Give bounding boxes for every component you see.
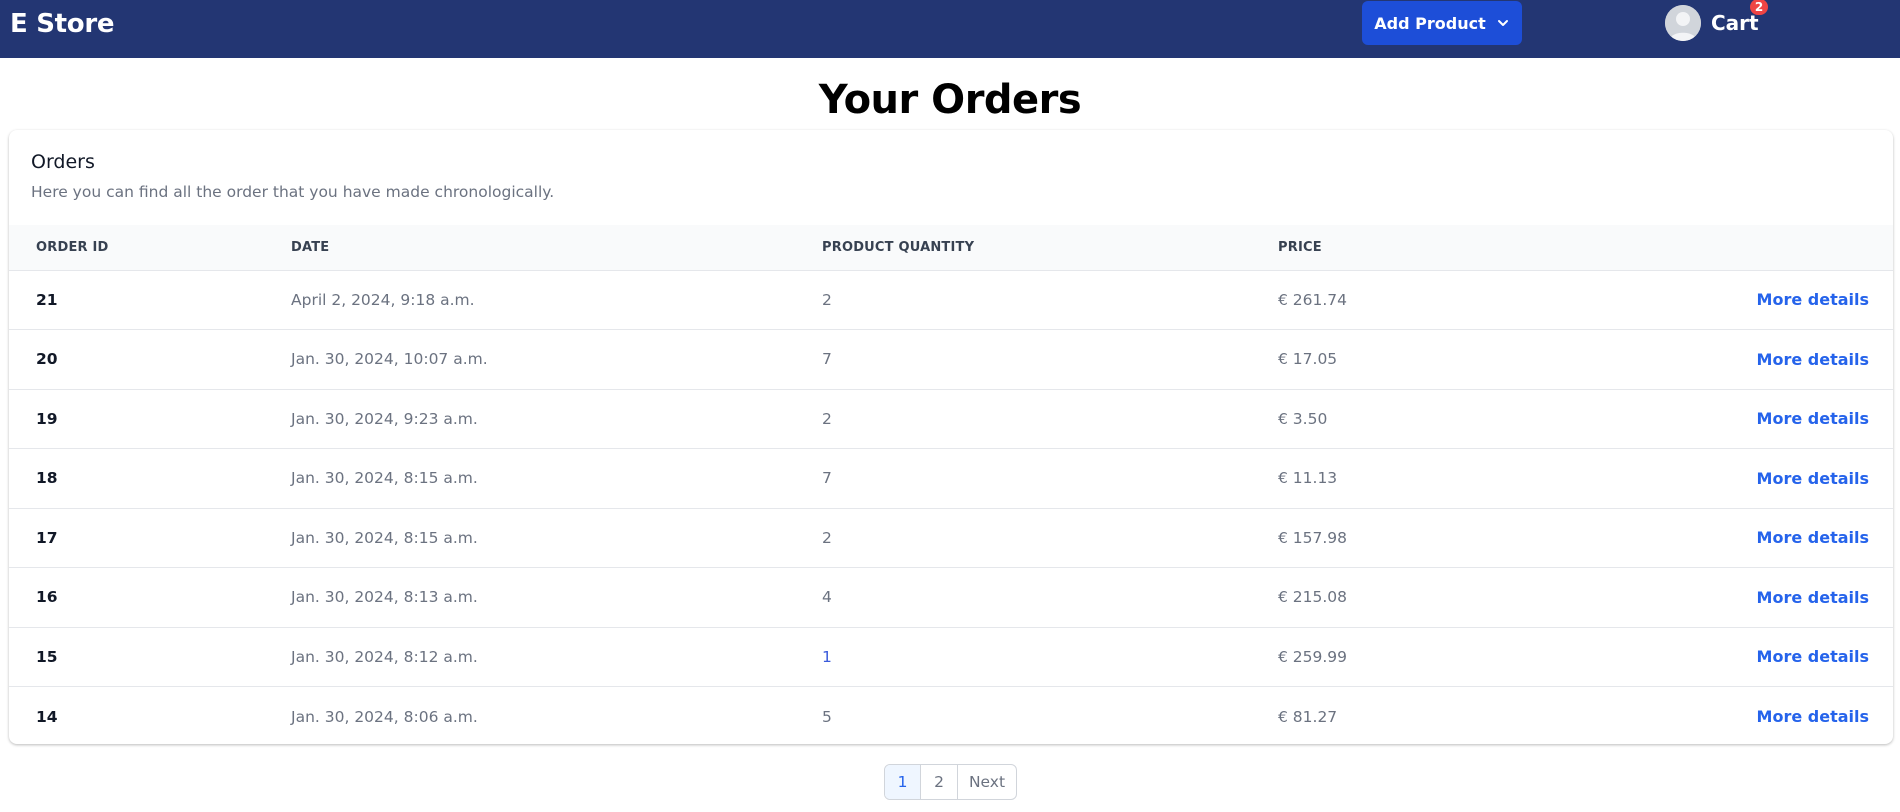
order-action-cell: More details bbox=[1578, 627, 1893, 687]
user-avatar[interactable] bbox=[1665, 5, 1701, 41]
pagination: 1 2 Next bbox=[884, 764, 1017, 800]
more-details-link[interactable]: More details bbox=[1757, 409, 1869, 428]
chevron-down-icon bbox=[1497, 20, 1508, 26]
table-header-row: ORDER ID DATE PRODUCT QUANTITY PRICE bbox=[9, 225, 1893, 270]
order-quantity-cell: 5 bbox=[822, 707, 832, 726]
page-title: Your Orders bbox=[818, 77, 1082, 123]
cart-count-badge: 2 bbox=[1750, 0, 1768, 15]
order-price-cell: € 81.27 bbox=[1278, 707, 1338, 726]
order-date-cell: April 2, 2024, 9:18 a.m. bbox=[291, 290, 475, 309]
order-date-cell: Jan. 30, 2024, 8:15 a.m. bbox=[291, 528, 478, 547]
more-details-link[interactable]: More details bbox=[1757, 350, 1869, 369]
more-details-link[interactable]: More details bbox=[1757, 290, 1869, 309]
order-action-cell: More details bbox=[1578, 389, 1893, 449]
order-date-cell: Jan. 30, 2024, 8:13 a.m. bbox=[291, 588, 478, 607]
order-id-cell: 16 bbox=[36, 588, 58, 607]
cart-button[interactable]: Cart 2 bbox=[1665, 0, 1768, 43]
order-quantity-cell: 7 bbox=[822, 350, 832, 369]
top-navbar: E Store Add Product Cart 2 bbox=[0, 0, 1900, 58]
order-id-cell: 18 bbox=[36, 469, 58, 488]
order-date-cell: Jan. 30, 2024, 8:15 a.m. bbox=[291, 469, 478, 488]
order-action-cell: More details bbox=[1578, 568, 1893, 628]
orders-table: ORDER ID DATE PRODUCT QUANTITY PRICE 21 … bbox=[9, 225, 1893, 744]
order-action-cell: More details bbox=[1578, 449, 1893, 509]
order-date-cell: Jan. 30, 2024, 9:23 a.m. bbox=[291, 409, 478, 428]
order-quantity-cell: 1 bbox=[822, 647, 832, 666]
orders-card-header: Orders Here you can find all the order t… bbox=[9, 130, 1893, 225]
table-row: 21 April 2, 2024, 9:18 a.m. 2 € 261.74 M… bbox=[9, 270, 1893, 330]
more-details-link[interactable]: More details bbox=[1757, 469, 1869, 488]
table-row: 14 Jan. 30, 2024, 8:06 a.m. 5 € 81.27 Mo… bbox=[9, 686, 1893, 745]
column-header-date: DATE bbox=[291, 239, 330, 255]
order-price-cell: € 11.13 bbox=[1278, 469, 1338, 488]
table-row: 19 Jan. 30, 2024, 9:23 a.m. 2 € 3.50 Mor… bbox=[9, 389, 1893, 449]
more-details-link[interactable]: More details bbox=[1757, 588, 1869, 607]
page-button-1[interactable]: 1 bbox=[885, 765, 920, 799]
orders-card-description: Here you can find all the order that you… bbox=[31, 183, 555, 201]
table-row: 16 Jan. 30, 2024, 8:13 a.m. 4 € 215.08 M… bbox=[9, 567, 1893, 628]
cart-label: Cart bbox=[1711, 11, 1759, 35]
add-product-label: Add Product bbox=[1374, 13, 1486, 33]
order-price-cell: € 17.05 bbox=[1278, 350, 1338, 369]
order-action-cell: More details bbox=[1578, 508, 1893, 568]
order-quantity-cell: 2 bbox=[822, 528, 832, 547]
order-id-cell: 15 bbox=[36, 647, 58, 666]
order-price-cell: € 259.99 bbox=[1278, 647, 1348, 666]
order-id-cell: 21 bbox=[36, 290, 58, 309]
order-quantity-cell: 4 bbox=[822, 588, 832, 607]
order-date-cell: Jan. 30, 2024, 8:12 a.m. bbox=[291, 647, 478, 666]
table-row: 20 Jan. 30, 2024, 10:07 a.m. 7 € 17.05 M… bbox=[9, 329, 1893, 390]
table-row: 17 Jan. 30, 2024, 8:15 a.m. 2 € 157.98 M… bbox=[9, 508, 1893, 568]
order-date-cell: Jan. 30, 2024, 10:07 a.m. bbox=[291, 350, 488, 369]
more-details-link[interactable]: More details bbox=[1757, 528, 1869, 547]
order-quantity-cell: 2 bbox=[822, 290, 832, 309]
order-quantity-cell: 7 bbox=[822, 469, 832, 488]
order-date-cell: Jan. 30, 2024, 8:06 a.m. bbox=[291, 707, 478, 726]
column-header-actions bbox=[1578, 225, 1893, 270]
order-id-cell: 14 bbox=[36, 707, 58, 726]
order-price-cell: € 157.98 bbox=[1278, 528, 1348, 547]
column-header-order-id: ORDER ID bbox=[36, 239, 109, 255]
order-action-cell: More details bbox=[1578, 270, 1893, 330]
column-header-price: PRICE bbox=[1278, 239, 1322, 255]
next-page-button[interactable]: Next bbox=[957, 765, 1016, 799]
brand-logo[interactable]: E Store bbox=[10, 9, 114, 39]
order-quantity-cell: 2 bbox=[822, 409, 832, 428]
column-header-product-quantity: PRODUCT QUANTITY bbox=[822, 239, 975, 255]
order-action-cell: More details bbox=[1578, 330, 1893, 390]
table-row: 18 Jan. 30, 2024, 8:15 a.m. 7 € 11.13 Mo… bbox=[9, 448, 1893, 509]
orders-card: Orders Here you can find all the order t… bbox=[9, 130, 1893, 744]
order-price-cell: € 215.08 bbox=[1278, 588, 1348, 607]
order-id-cell: 20 bbox=[36, 350, 58, 369]
page-button-2[interactable]: 2 bbox=[920, 765, 957, 799]
order-price-cell: € 3.50 bbox=[1278, 409, 1328, 428]
user-avatar-icon bbox=[1665, 5, 1701, 41]
more-details-link[interactable]: More details bbox=[1757, 647, 1869, 666]
order-action-cell: More details bbox=[1578, 687, 1893, 745]
table-row: 15 Jan. 30, 2024, 8:12 a.m. 1 € 259.99 M… bbox=[9, 627, 1893, 687]
order-id-cell: 17 bbox=[36, 528, 58, 547]
add-product-dropdown-button[interactable]: Add Product bbox=[1362, 1, 1522, 45]
order-price-cell: € 261.74 bbox=[1278, 290, 1348, 309]
orders-card-title: Orders bbox=[31, 151, 95, 173]
order-id-cell: 19 bbox=[36, 409, 58, 428]
more-details-link[interactable]: More details bbox=[1757, 707, 1869, 726]
